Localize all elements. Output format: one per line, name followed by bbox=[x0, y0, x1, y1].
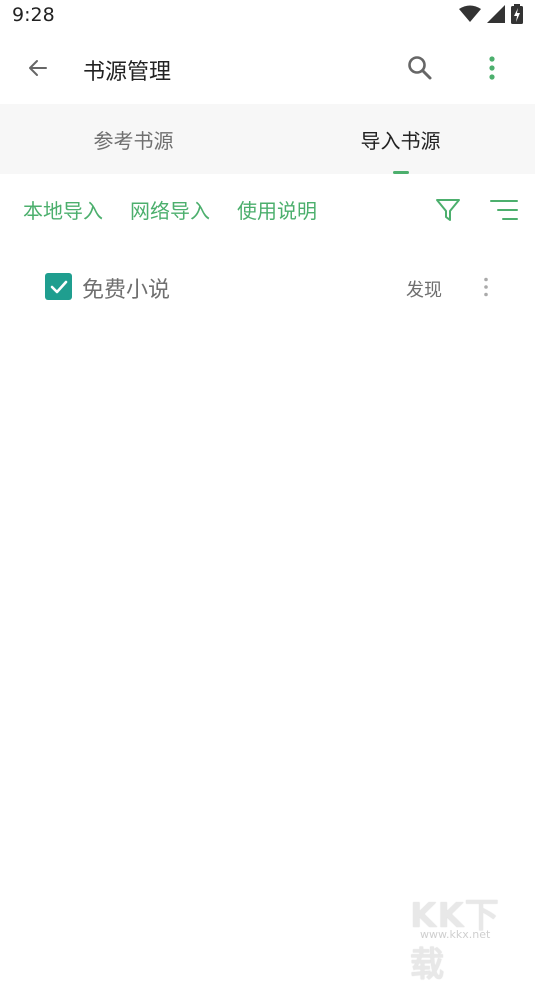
source-checkbox[interactable] bbox=[45, 273, 72, 300]
list-item: 免费小说 发现 bbox=[0, 252, 535, 322]
arrow-back-icon bbox=[29, 60, 47, 76]
more-options-button[interactable] bbox=[472, 48, 512, 88]
sort-button[interactable] bbox=[486, 192, 522, 228]
source-toolbar: 本地导入 网络导入 使用说明 bbox=[0, 174, 535, 244]
tab-reference-sources[interactable]: 参考书源 bbox=[0, 104, 267, 174]
tab-imported-sources[interactable]: 导入书源 bbox=[267, 104, 534, 174]
filter-icon bbox=[436, 199, 460, 221]
check-icon bbox=[50, 280, 67, 293]
status-bar: 9:28 bbox=[0, 0, 535, 32]
more-vert-icon bbox=[484, 277, 488, 297]
back-button[interactable] bbox=[18, 48, 58, 88]
status-time: 9:28 bbox=[12, 4, 55, 26]
filter-button[interactable] bbox=[430, 192, 466, 228]
search-button[interactable] bbox=[400, 48, 440, 88]
watermark: KK下载 www.kkx.net bbox=[410, 888, 530, 985]
instructions-link[interactable]: 使用说明 bbox=[237, 195, 317, 224]
page-title: 书源管理 bbox=[83, 60, 172, 85]
wifi-icon bbox=[459, 5, 481, 22]
local-import-link[interactable]: 本地导入 bbox=[23, 195, 103, 224]
tab-bar: 参考书源 导入书源 bbox=[0, 104, 535, 174]
watermark-url: www.kkx.net bbox=[420, 928, 491, 941]
network-import-link[interactable]: 网络导入 bbox=[130, 195, 210, 224]
discover-button[interactable]: 发现 bbox=[406, 276, 442, 302]
signal-icon bbox=[487, 5, 505, 23]
sort-icon bbox=[490, 200, 518, 220]
app-bar: 书源管理 bbox=[0, 32, 535, 104]
more-vert-icon bbox=[489, 56, 495, 80]
status-icons bbox=[459, 4, 523, 24]
item-menu-button[interactable] bbox=[474, 272, 498, 302]
source-list: 免费小说 发现 bbox=[0, 252, 535, 322]
battery-icon bbox=[511, 4, 523, 24]
source-name: 免费小说 bbox=[82, 278, 171, 303]
search-icon bbox=[408, 56, 432, 80]
